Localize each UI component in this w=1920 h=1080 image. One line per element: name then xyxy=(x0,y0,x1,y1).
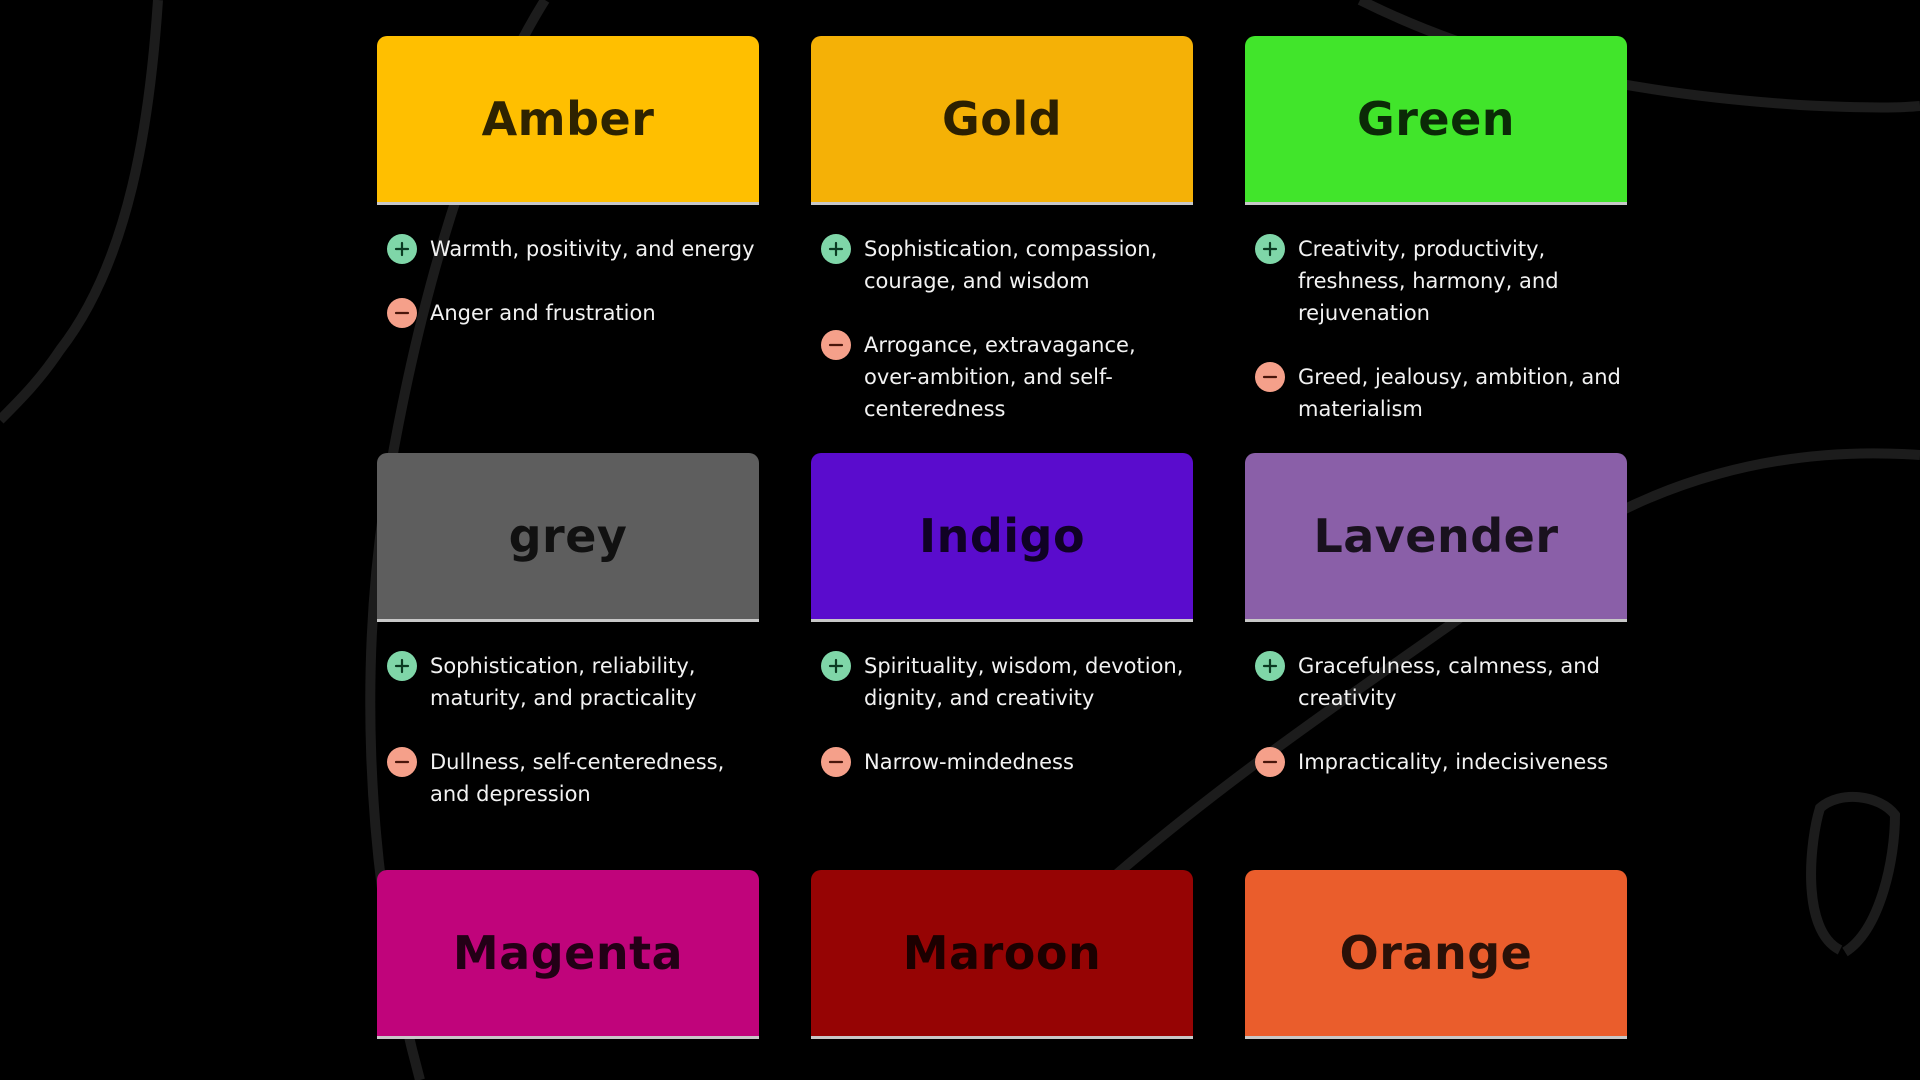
plus-circle-icon xyxy=(387,651,417,681)
negative-trait-text: Anger and frustration xyxy=(430,301,656,325)
positive-trait: Creativity, productivity, freshness, har… xyxy=(1255,233,1627,329)
card-header: Maroon xyxy=(811,870,1193,1039)
card-title: grey xyxy=(508,509,628,563)
minus-circle-icon xyxy=(387,298,417,328)
color-card-orange: Orange xyxy=(1245,870,1627,1039)
positive-trait: Sophistication, reliability, maturity, a… xyxy=(387,650,759,714)
plus-circle-icon xyxy=(1255,651,1285,681)
minus-circle-icon xyxy=(387,747,417,777)
card-header: Magenta xyxy=(377,870,759,1039)
color-card-green: Green Creativity, productivity, freshnes… xyxy=(1245,36,1627,453)
negative-trait-text: Greed, jealousy, ambition, and materiali… xyxy=(1298,365,1621,421)
card-title: Green xyxy=(1356,92,1516,146)
negative-trait-text: Impracticality, indecisiveness xyxy=(1298,750,1609,774)
negative-trait: Anger and frustration xyxy=(387,297,759,329)
card-header: Indigo xyxy=(811,453,1193,622)
negative-trait: Narrow-mindedness xyxy=(821,746,1193,778)
card-header: Amber xyxy=(377,36,759,205)
negative-trait: Greed, jealousy, ambition, and materiali… xyxy=(1255,361,1627,425)
trait-list: Gracefulness, calmness, and creativity I… xyxy=(1245,622,1627,870)
trait-list: Sophistication, reliability, maturity, a… xyxy=(377,622,759,870)
negative-trait: Arrogance, extravagance, over-ambition, … xyxy=(821,329,1193,425)
positive-trait: Spirituality, wisdom, devotion, dignity,… xyxy=(821,650,1193,714)
card-title: Amber xyxy=(481,92,655,146)
positive-trait: Sophistication, compassion, courage, and… xyxy=(821,233,1193,297)
negative-trait: Impracticality, indecisiveness xyxy=(1255,746,1627,778)
color-card-magenta: Magenta xyxy=(377,870,759,1039)
trait-list: Creativity, productivity, freshness, har… xyxy=(1245,205,1627,453)
plus-circle-icon xyxy=(821,234,851,264)
minus-circle-icon xyxy=(821,747,851,777)
minus-circle-icon xyxy=(1255,747,1285,777)
card-title: Lavender xyxy=(1313,509,1559,563)
color-card-grid: Amber Warmth, positivity, and energy Ang… xyxy=(377,36,1628,1039)
negative-trait-text: Dullness, self-centeredness, and depress… xyxy=(430,750,725,806)
negative-trait-text: Narrow-mindedness xyxy=(864,750,1074,774)
positive-trait-text: Gracefulness, calmness, and creativity xyxy=(1298,654,1600,710)
negative-trait-text: Arrogance, extravagance, over-ambition, … xyxy=(864,333,1136,421)
positive-trait: Warmth, positivity, and energy xyxy=(387,233,759,265)
card-title: Orange xyxy=(1339,926,1533,980)
card-header: Gold xyxy=(811,36,1193,205)
color-card-lavender: Lavender Gracefulness, calmness, and cre… xyxy=(1245,453,1627,870)
minus-circle-icon xyxy=(1255,362,1285,392)
card-header: grey xyxy=(377,453,759,622)
color-card-indigo: Indigo Spirituality, wisdom, devotion, d… xyxy=(811,453,1193,870)
color-card-gold: Gold Sophistication, compassion, courage… xyxy=(811,36,1193,453)
plus-circle-icon xyxy=(821,651,851,681)
plus-circle-icon xyxy=(1255,234,1285,264)
positive-trait-text: Warmth, positivity, and energy xyxy=(430,237,755,261)
card-title: Maroon xyxy=(902,926,1102,980)
positive-trait: Gracefulness, calmness, and creativity xyxy=(1255,650,1627,714)
trait-list: Spirituality, wisdom, devotion, dignity,… xyxy=(811,622,1193,870)
negative-trait: Dullness, self-centeredness, and depress… xyxy=(387,746,759,810)
card-title: Gold xyxy=(941,92,1063,146)
color-card-grey: grey Sophistication, reliability, maturi… xyxy=(377,453,759,870)
plus-circle-icon xyxy=(387,234,417,264)
trait-list: Warmth, positivity, and energy Anger and… xyxy=(377,205,759,453)
color-card-maroon: Maroon xyxy=(811,870,1193,1039)
trait-list: Sophistication, compassion, courage, and… xyxy=(811,205,1193,453)
positive-trait-text: Creativity, productivity, freshness, har… xyxy=(1298,237,1559,325)
minus-circle-icon xyxy=(821,330,851,360)
positive-trait-text: Sophistication, compassion, courage, and… xyxy=(864,237,1158,293)
card-title: Indigo xyxy=(918,509,1086,563)
card-title: Magenta xyxy=(452,926,684,980)
color-card-amber: Amber Warmth, positivity, and energy Ang… xyxy=(377,36,759,453)
card-header: Orange xyxy=(1245,870,1627,1039)
positive-trait-text: Sophistication, reliability, maturity, a… xyxy=(430,654,697,710)
card-header: Lavender xyxy=(1245,453,1627,622)
positive-trait-text: Spirituality, wisdom, devotion, dignity,… xyxy=(864,654,1184,710)
card-header: Green xyxy=(1245,36,1627,205)
